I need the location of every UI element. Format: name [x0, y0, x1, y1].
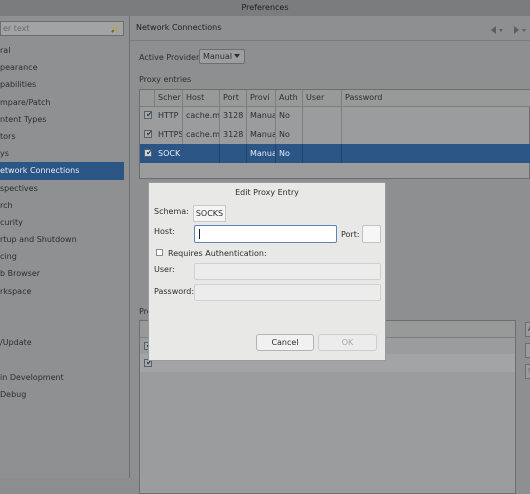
tree-item-network-connections[interactable]: etwork Connections	[0, 162, 124, 180]
forward-dropdown-icon[interactable]	[522, 29, 526, 32]
password-input[interactable]	[194, 284, 381, 301]
tree-item[interactable]	[0, 317, 129, 334]
schema-cell: SOCK	[155, 144, 183, 163]
table-header: Scher Host Port Provi Auth User Password	[140, 90, 530, 107]
row-checkbox[interactable]: ✔	[144, 129, 153, 138]
ok-button[interactable]: OK	[318, 334, 377, 351]
cancel-button[interactable]: Cancel	[256, 334, 314, 351]
port-cell: 3128	[220, 125, 247, 144]
window-title: Preferences	[0, 0, 530, 16]
schema-cell: HTTPS	[155, 125, 183, 144]
preferences-sidebar: er text ral pearance pabilities mpare/Pa…	[0, 16, 130, 478]
auth-cell: No	[276, 144, 303, 163]
check-icon: ✔	[146, 148, 153, 157]
host-cell: cache.mr	[183, 106, 220, 125]
tree-item[interactable]: pearance	[0, 59, 129, 76]
back-arrow-icon[interactable]	[491, 26, 496, 34]
column-header[interactable]: Password	[342, 90, 530, 106]
port-label: Port:	[341, 230, 360, 239]
auth-cell: No	[276, 125, 303, 144]
active-provider-select[interactable]: Manual	[199, 49, 245, 64]
column-header[interactable]: Auth	[276, 90, 303, 106]
tree-item[interactable]: pabilities	[0, 76, 129, 93]
add-host-button[interactable]: Ad	[525, 322, 530, 337]
proxy-entries-table[interactable]: Scher Host Port Provi Auth User Password…	[139, 89, 530, 179]
active-provider-value: Manual	[203, 52, 233, 61]
password-cell	[342, 144, 530, 163]
active-provider-label: Active Provider:	[139, 53, 202, 62]
row-checkbox[interactable]: ✔	[144, 148, 153, 157]
title-separator	[130, 40, 530, 41]
auth-cell: No	[276, 106, 303, 125]
user-cell	[303, 125, 342, 144]
user-label: User:	[154, 265, 175, 274]
provider-cell: Manua	[247, 144, 276, 163]
tree-item[interactable]	[0, 300, 129, 317]
checkbox-column-header	[140, 90, 155, 106]
tree-item[interactable]: in Development	[0, 369, 129, 386]
column-header[interactable]: Host	[183, 90, 220, 106]
tree-item[interactable]: cing	[0, 248, 129, 265]
column-header[interactable]: Port	[220, 90, 247, 106]
user-input[interactable]	[194, 263, 381, 280]
check-icon: ✔	[146, 110, 153, 119]
table-row-selected[interactable]: ✔ SOCK Manua No	[140, 144, 530, 163]
password-label: Password:	[154, 287, 195, 296]
user-cell	[303, 144, 342, 163]
schema-label: Schema:	[154, 207, 189, 216]
text-cursor	[199, 229, 200, 239]
port-input[interactable]	[362, 225, 381, 243]
tree-item[interactable]: curity	[0, 214, 129, 231]
column-header[interactable]: Provi	[247, 90, 276, 106]
tree-item[interactable]: spectives	[0, 180, 129, 197]
filter-input[interactable]: er text	[0, 21, 124, 36]
tree-item[interactable]: ys	[0, 145, 129, 162]
chevron-down-icon	[234, 54, 240, 58]
history-dropdown-icon[interactable]	[499, 29, 503, 32]
table-row[interactable]: ✔ HTTPS cache.mr 3128 Manua No	[140, 125, 530, 144]
tree-item[interactable]: rch	[0, 197, 129, 214]
preferences-tree: ral pearance pabilities mpare/Patch nten…	[0, 42, 129, 403]
edit-host-button[interactable]	[525, 343, 530, 358]
remove-host-button[interactable]: R	[525, 364, 530, 379]
column-header[interactable]: User	[303, 90, 342, 106]
tree-item[interactable]: rkspace	[0, 283, 129, 300]
host-label: Host:	[154, 227, 175, 236]
tree-item[interactable]: tors	[0, 128, 129, 145]
host-cell	[183, 144, 220, 163]
password-cell	[342, 106, 530, 125]
column-header[interactable]: Scher	[155, 90, 183, 106]
provider-cell: Manua	[247, 125, 276, 144]
requires-authentication-label: Requires Authentication:	[168, 249, 267, 258]
tree-item[interactable]: mpare/Patch	[0, 94, 129, 111]
tree-item[interactable]	[0, 351, 129, 368]
tree-item[interactable]: Debug	[0, 386, 129, 403]
port-cell: 3128	[220, 106, 247, 125]
tree-item[interactable]: /Update	[0, 334, 129, 351]
tree-item[interactable]: rtup and Shutdown	[0, 231, 129, 248]
tree-item[interactable]: ntent Types	[0, 111, 129, 128]
tree-item[interactable]: ral	[0, 42, 129, 59]
requires-authentication-checkbox[interactable]	[156, 249, 163, 256]
row-checkbox[interactable]: ✔	[144, 110, 153, 119]
host-input[interactable]	[194, 225, 337, 243]
schema-value: SOCKS	[193, 205, 226, 222]
filter-placeholder: er text	[3, 24, 30, 33]
proxy-entries-label: Proxy entries	[139, 75, 192, 84]
user-cell	[303, 106, 342, 125]
clear-filter-icon[interactable]	[111, 24, 120, 33]
check-icon: ✔	[146, 129, 153, 138]
table-row[interactable]: ✔ HTTP cache.mr 3128 Manua No	[140, 106, 530, 125]
provider-cell: Manua	[247, 106, 276, 125]
tree-item[interactable]: b Browser	[0, 265, 129, 282]
password-cell	[342, 125, 530, 144]
forward-arrow-icon[interactable]	[514, 26, 519, 34]
port-cell	[220, 144, 247, 163]
navigation-arrows	[491, 26, 526, 34]
schema-cell: HTTP	[155, 106, 183, 125]
page-title: Network Connections	[136, 23, 222, 32]
host-cell: cache.mr	[183, 125, 220, 144]
dialog-title: Edit Proxy Entry	[235, 188, 299, 197]
edit-proxy-entry-dialog: Edit Proxy Entry Schema: SOCKS Host: Por…	[148, 182, 386, 361]
